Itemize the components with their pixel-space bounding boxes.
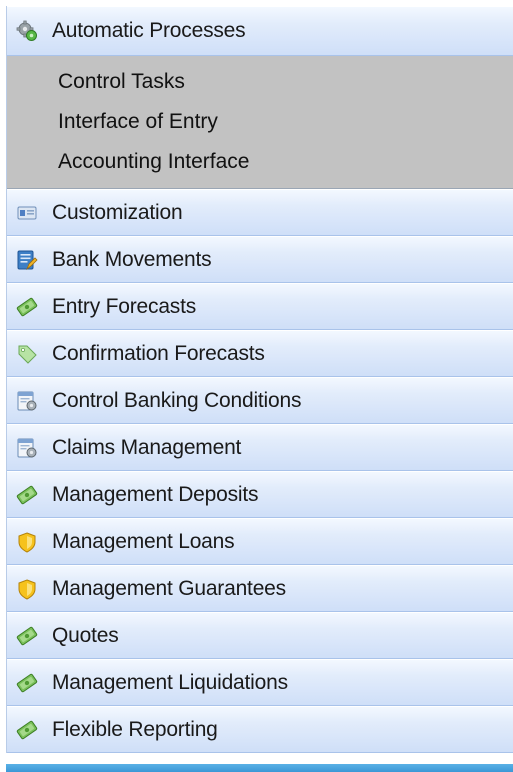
menu-item-claims-management[interactable]: Claims Management <box>7 424 513 471</box>
menu-item-management-deposits[interactable]: Management Deposits <box>7 471 513 518</box>
menu-item-quotes[interactable]: Quotes <box>7 612 513 659</box>
menu-item-label: Customization <box>52 200 183 224</box>
menu-item-label: Management Deposits <box>52 482 259 506</box>
document-edit-icon <box>16 249 38 271</box>
tag-icon <box>16 343 38 365</box>
submenu-item-control-tasks[interactable]: Control Tasks <box>7 62 513 102</box>
submenu-item-accounting-interface[interactable]: Accounting Interface <box>7 142 513 182</box>
shield-icon <box>16 531 38 553</box>
menu-item-management-liquidations[interactable]: Management Liquidations <box>7 659 513 706</box>
menu-item-management-guarantees[interactable]: Management Guarantees <box>7 565 513 612</box>
document-gear-icon <box>16 390 38 412</box>
menu-item-flexible-reporting[interactable]: Flexible Reporting <box>7 706 513 753</box>
money-icon <box>16 484 38 506</box>
submenu-item-interface-of-entry[interactable]: Interface of Entry <box>7 102 513 142</box>
gears-icon <box>16 20 38 42</box>
menu-item-label: Automatic Processes <box>52 19 246 42</box>
money-icon <box>16 672 38 694</box>
bottom-accent-bar <box>6 764 513 772</box>
menu-item-label: Management Liquidations <box>52 670 288 694</box>
menu-item-label: Entry Forecasts <box>52 294 197 318</box>
document-gear-icon <box>16 437 38 459</box>
menu-item-automatic-processes[interactable]: Automatic Processes <box>7 6 513 56</box>
menu-item-label: Management Guarantees <box>52 576 286 600</box>
menu-item-confirmation-forecasts[interactable]: Confirmation Forecasts <box>7 330 513 377</box>
submenu-automatic-processes: Control Tasks Interface of Entry Account… <box>7 56 513 189</box>
money-icon <box>16 719 38 741</box>
menu-item-label: Claims Management <box>52 435 242 459</box>
id-card-icon <box>16 202 38 224</box>
money-icon <box>16 625 38 647</box>
navigation-menu: Automatic Processes Control Tasks Interf… <box>6 6 513 753</box>
menu-item-label: Control Banking Conditions <box>52 388 302 412</box>
money-icon <box>16 296 38 318</box>
menu-item-control-banking-conditions[interactable]: Control Banking Conditions <box>7 377 513 424</box>
menu-item-label: Quotes <box>52 623 119 647</box>
menu-item-management-loans[interactable]: Management Loans <box>7 518 513 565</box>
menu-item-bank-movements[interactable]: Bank Movements <box>7 236 513 283</box>
menu-item-label: Management Loans <box>52 529 235 553</box>
shield-icon <box>16 578 38 600</box>
menu-item-label: Bank Movements <box>52 247 212 271</box>
menu-item-entry-forecasts[interactable]: Entry Forecasts <box>7 283 513 330</box>
menu-item-label: Flexible Reporting <box>52 717 218 741</box>
menu-item-label: Confirmation Forecasts <box>52 341 265 365</box>
menu-item-customization[interactable]: Customization <box>7 189 513 236</box>
